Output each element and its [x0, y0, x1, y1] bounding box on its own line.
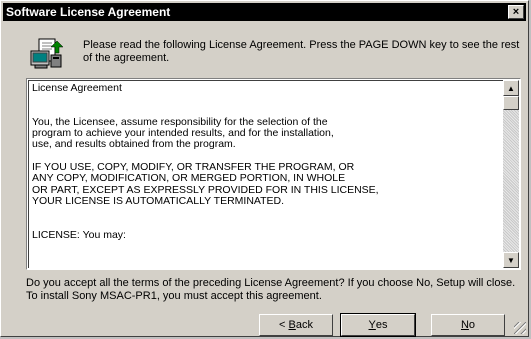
license-textbox[interactable]: License Agreement You, the Licensee, ass… [26, 78, 521, 270]
back-prefix: < [279, 319, 289, 331]
resize-grip[interactable] [514, 322, 526, 334]
scroll-thumb[interactable] [503, 96, 519, 110]
title-bar[interactable]: Software License Agreement × [3, 3, 526, 21]
scroll-down-button[interactable]: ▼ [503, 252, 519, 268]
back-label-rest: ack [295, 319, 313, 331]
scroll-up-button[interactable]: ▲ [503, 80, 519, 96]
yes-label-rest: es [375, 319, 388, 331]
license-dialog: Software License Agreement × Please read… [0, 0, 529, 337]
close-icon: × [512, 5, 520, 18]
no-label-rest: o [468, 319, 476, 331]
close-button[interactable]: × [508, 5, 524, 19]
yes-hotkey: Y [368, 319, 376, 331]
arrow-up-icon: ▲ [507, 83, 515, 93]
vertical-scrollbar[interactable]: ▲ ▼ [503, 80, 519, 268]
window-title: Software License Agreement [6, 5, 171, 19]
computer-install-icon [29, 37, 65, 71]
arrow-down-icon: ▼ [507, 255, 515, 265]
no-hotkey: N [460, 319, 469, 331]
no-button[interactable]: No [431, 314, 505, 336]
instructions-text: Please read the following License Agreem… [83, 39, 520, 64]
accept-question-text: Do you accept all the terms of the prece… [26, 277, 516, 302]
back-hotkey: B [288, 319, 296, 331]
back-button[interactable]: < Back [259, 314, 333, 336]
yes-button[interactable]: Yes [340, 313, 416, 337]
license-text: License Agreement You, the Licensee, ass… [28, 80, 503, 268]
